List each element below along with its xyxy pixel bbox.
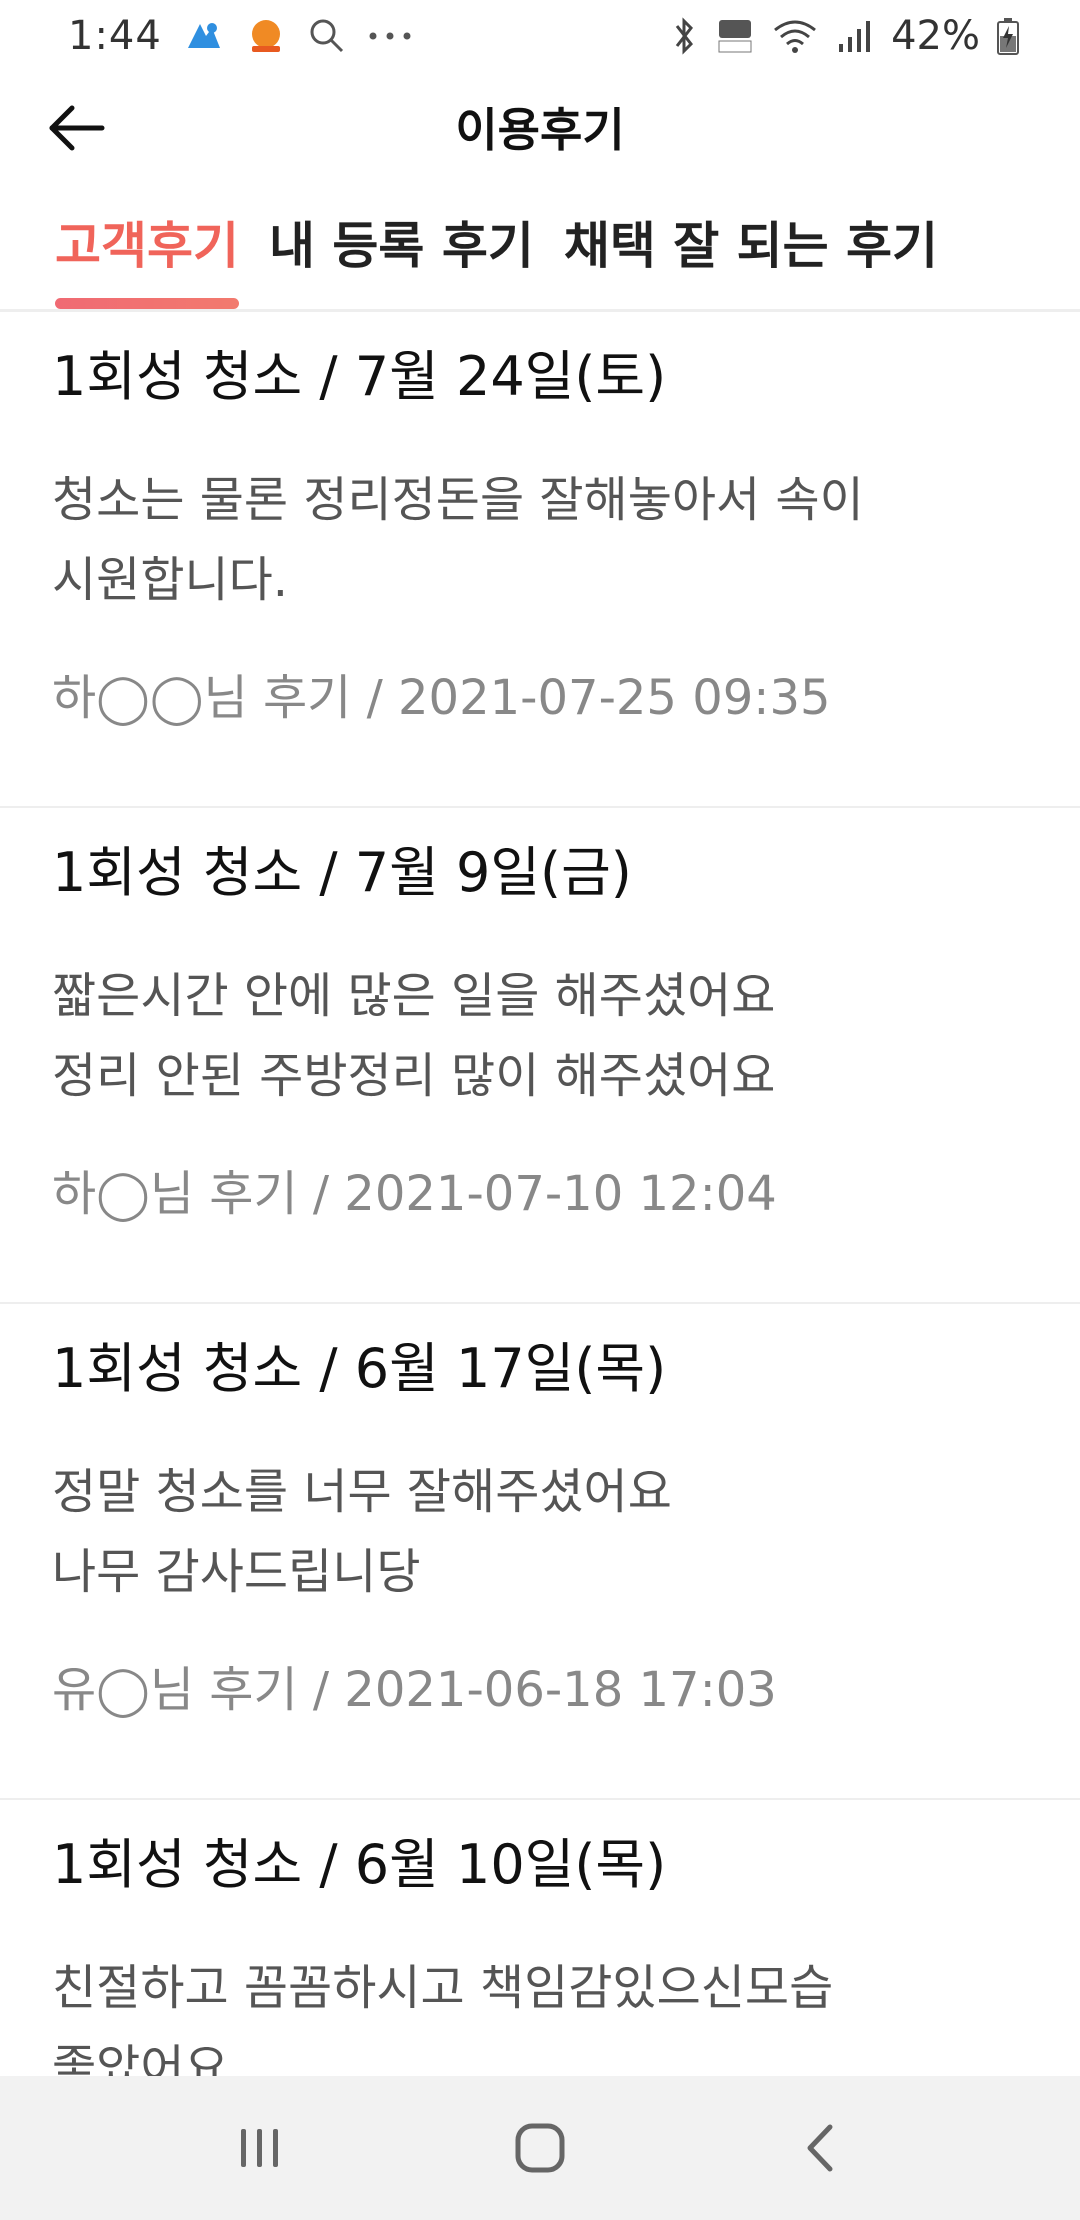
app-bar: 이용후기 xyxy=(0,72,1080,182)
status-right: 42% xyxy=(669,13,1020,59)
tab-bar: 고객후기 내 등록 후기 채택 잘 되는 후기 xyxy=(0,190,1080,312)
wifi-icon xyxy=(771,16,819,56)
search-icon xyxy=(308,17,346,55)
review-title: 1회성 청소 / 7월 9일(금) xyxy=(52,841,632,904)
recent-apps-icon xyxy=(241,2129,278,2167)
review-list[interactable]: 1회성 청소 / 7월 24일(토) 청소는 물론 정리정돈을 잘해놓아서 속이… xyxy=(0,312,1080,2076)
tab-customer-reviews[interactable]: 고객후기 xyxy=(55,190,239,309)
review-meta: 유◯님 후기 / 2021-06-18 17:03 xyxy=(52,1662,777,1719)
review-title: 1회성 청소 / 7월 24일(토) xyxy=(52,345,667,408)
nav-back-button[interactable] xyxy=(760,2098,880,2198)
review-body: 정말 청소를 너무 잘해주셨어요 나무 감사드립니당 xyxy=(52,1464,672,1601)
review-body: 짧은시간 안에 많은 일을 해주셨어요 정리 안된 주방정리 많이 해주셨어요 xyxy=(52,968,776,1105)
list-item[interactable]: 1회성 청소 / 6월 17일(목) 정말 청소를 너무 잘해주셨어요 나무 감… xyxy=(0,1304,1080,1800)
status-left: 1:44 xyxy=(68,13,412,59)
arrow-left-icon xyxy=(49,105,105,151)
list-item[interactable]: 1회성 청소 / 6월 10일(목) 친절하고 꼼꼼하시고 책임감있으신모습 좋… xyxy=(0,1800,1080,2076)
app-notification-icon xyxy=(184,18,224,54)
home-icon xyxy=(515,2123,565,2173)
system-nav-bar xyxy=(0,2076,1080,2220)
review-title: 1회성 청소 / 6월 10일(목) xyxy=(52,1833,667,1896)
battery-charging-icon xyxy=(996,16,1020,56)
hd-voice-icon xyxy=(715,16,755,56)
battery-percent: 42% xyxy=(891,13,980,59)
status-time: 1:44 xyxy=(68,13,162,59)
review-body: 청소는 물론 정리정돈을 잘해놓아서 속이 시원합니다. xyxy=(52,472,864,609)
list-item[interactable]: 1회성 청소 / 7월 9일(금) 짧은시간 안에 많은 일을 해주셨어요 정리… xyxy=(0,808,1080,1304)
signal-icon xyxy=(835,16,875,56)
back-button[interactable] xyxy=(40,92,112,164)
review-meta: 하◯님 후기 / 2021-07-10 12:04 xyxy=(52,1166,777,1223)
list-item[interactable]: 1회성 청소 / 7월 24일(토) 청소는 물론 정리정돈을 잘해놓아서 속이… xyxy=(0,312,1080,808)
app-notification-icon xyxy=(246,16,286,56)
tab-my-reviews[interactable]: 내 등록 후기 xyxy=(269,190,534,309)
status-bar: 1:44 42% xyxy=(0,0,1080,72)
review-meta: 하◯◯님 후기 / 2021-07-25 09:35 xyxy=(52,670,831,727)
review-body: 친절하고 꼼꼼하시고 책임감있으신모습 좋았어요 xyxy=(52,1960,834,2076)
chevron-left-icon xyxy=(807,2124,833,2172)
tab-popular-reviews[interactable]: 채택 잘 되는 후기 xyxy=(564,190,938,309)
home-button[interactable] xyxy=(480,2098,600,2198)
review-title: 1회성 청소 / 6월 17일(목) xyxy=(52,1337,667,1400)
page-title: 이용후기 xyxy=(455,103,625,157)
recent-apps-button[interactable] xyxy=(200,2098,320,2198)
more-icon xyxy=(368,31,412,41)
bluetooth-icon xyxy=(669,16,699,56)
